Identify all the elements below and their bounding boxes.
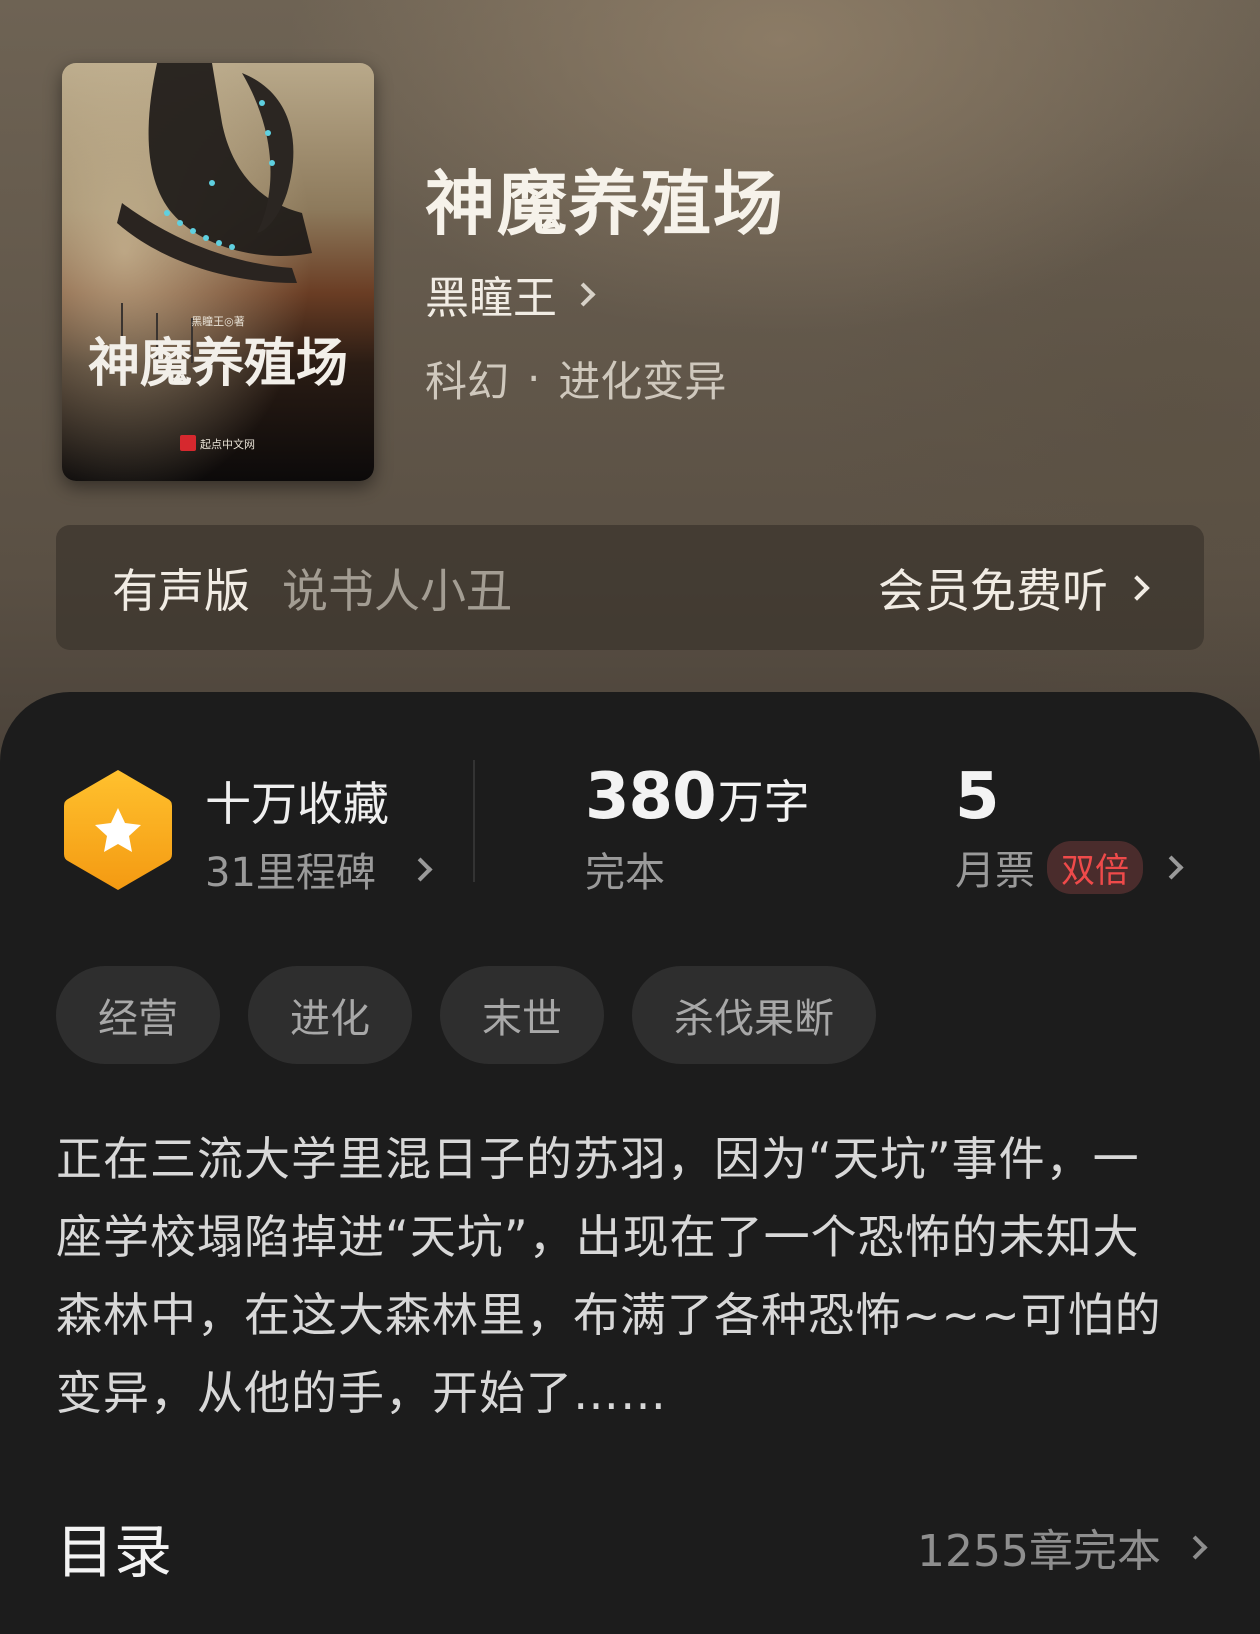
author-name: 黑瞳王 [425,273,557,324]
synopsis[interactable]: 正在三流大学里混日子的苏羽，因为“天坑”事件，一座学校塌陷掉进“天坑”，出现在了… [56,1120,1176,1432]
toc-title: 目录 [56,1518,173,1586]
chevron-right-icon [408,856,433,882]
book-cover-art: 黑瞳王◎著 神魔养殖场 起点中文网 [62,63,374,481]
cover-byline: 黑瞳王◎著 [191,314,245,328]
stats-divider [473,760,475,882]
chevron-right-icon [1183,1534,1208,1560]
genre-secondary[interactable]: 进化变异 [558,348,726,409]
stats-row: 十万收藏 31里程碑 380 万字 完本 5 月票 双倍 [0,692,1260,896]
tag-chip[interactable]: 经营 [56,966,220,1064]
chevron-right-icon [1159,854,1184,880]
monthly-ticket-link[interactable]: 月票 双倍 [955,838,1184,896]
monthly-ticket-label: 月票 [955,848,1035,894]
completion-status: 完本 [585,850,665,896]
member-free-listen-button[interactable]: 会员免费听 [878,555,1150,621]
audio-narrator: 说书人小丑 [282,563,512,618]
table-of-contents-link[interactable]: 目录 1255章完本 [56,1502,1208,1592]
double-badge: 双倍 [1047,840,1143,894]
chevron-right-icon [1124,574,1150,601]
genre-row: 科幻 · 进化变异 [425,348,726,409]
tag-chip[interactable]: 进化 [248,966,412,1064]
word-count-number: 380 [585,760,717,834]
tag-chip[interactable]: 末世 [440,966,604,1064]
star-badge-icon [64,770,172,890]
audio-version-bar[interactable]: 有声版 说书人小丑 会员免费听 [56,525,1204,650]
word-count: 380 万字 [585,760,810,834]
audio-version-label: 有声版 [112,563,250,618]
chevron-right-icon [571,281,596,307]
cover-title: 神魔养殖场 [88,333,348,394]
publisher-logo-icon [180,435,196,451]
collections-count: 十万收藏 [205,777,389,831]
milestones-link[interactable]: 31里程碑 [205,840,433,898]
member-free-listen-label: 会员免费听 [878,563,1108,618]
word-count-unit: 万字 [717,775,810,829]
cover-publisher: 起点中文网 [200,437,255,451]
tag-chip[interactable]: 杀伐果断 [632,966,876,1064]
chapter-count: 1255章完本 [917,1526,1161,1577]
genre-separator: · [527,354,541,403]
tag-list: 经营 进化 末世 杀伐果断 [56,966,876,1064]
book-title: 神魔养殖场 [425,162,785,245]
book-info-panel: 十万收藏 31里程碑 380 万字 完本 5 月票 双倍 经营 进化 末世 杀伐… [0,692,1260,1634]
milestones-label: 31里程碑 [205,850,376,896]
book-detail-page: 黑瞳王◎著 神魔养殖场 起点中文网 神魔养殖场 黑瞳王 科幻 · 进化变异 有声… [0,0,1260,1634]
book-cover[interactable]: 黑瞳王◎著 神魔养殖场 起点中文网 [62,63,374,481]
genre-primary[interactable]: 科幻 [425,348,509,409]
author-link[interactable]: 黑瞳王 [425,262,596,326]
monthly-ticket-count: 5 [955,760,1000,834]
